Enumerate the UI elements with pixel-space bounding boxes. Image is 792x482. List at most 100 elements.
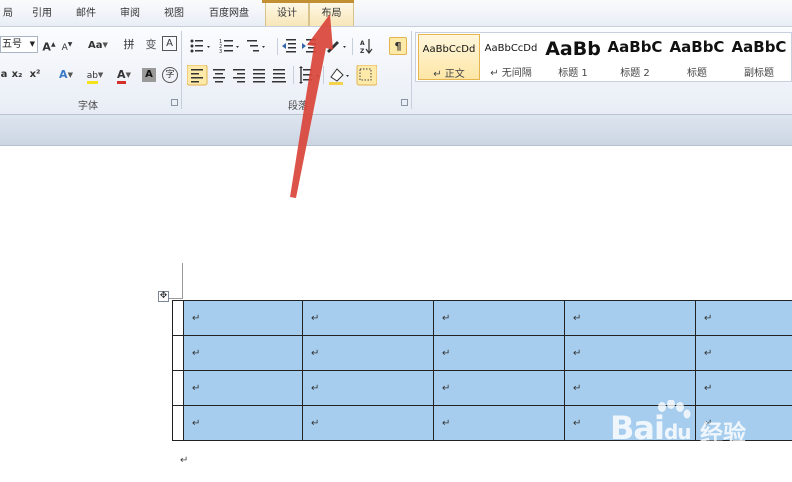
borders-button[interactable] [356,65,377,86]
row-gutter-cell[interactable] [172,405,184,441]
phonetic-guide-button[interactable]: 拼 [120,36,138,54]
bold-partial-button[interactable]: a [0,66,8,84]
watermark-url: jingyan.baidu.com [650,451,752,464]
table-cell[interactable]: ↵ [433,370,565,406]
tab-baidu-netdisk[interactable]: 百度网盘 [198,3,260,26]
group-separator [411,31,412,109]
font-size-combo[interactable]: 五号 ▼ [0,36,38,53]
table-cell[interactable]: ↵ [302,300,434,336]
enclose-characters-button[interactable]: 字 [162,67,178,83]
text-effects-button[interactable]: A▼ [54,66,78,84]
font-color-button[interactable]: A▼ [112,66,136,84]
line-spacing-icon[interactable] [299,66,319,84]
table-cell[interactable]: ↵ [183,370,303,406]
paragraph-bottom-toolbar [187,65,377,86]
table-row: ↵ ↵ ↵ ↵ ↵ [172,370,792,406]
style-name: 标题 2 [620,68,650,79]
shading-icon[interactable] [329,68,349,85]
style-sample: AaBb [545,38,601,60]
sort-icon[interactable]: A Z [360,39,373,55]
style-card-title[interactable]: AaBbC 标题 [666,34,728,80]
align-right-icon[interactable] [233,69,245,83]
character-border-button[interactable]: A [162,36,177,51]
table-cell[interactable]: ↵ [433,405,565,441]
style-sample: AaBbCcDd [422,44,476,55]
tab-mailings[interactable]: 邮件 [66,3,106,26]
paragraph-top-toolbar: 123 A Z [190,38,373,55]
table-cell[interactable]: ↵ [183,405,303,441]
table-cell[interactable]: ↵ [695,300,792,336]
multilevel-list-icon[interactable] [247,40,265,52]
tab-layout-page[interactable]: 局 [0,3,16,26]
bullets-icon[interactable] [190,39,211,53]
tab-view[interactable]: 视图 [154,3,194,26]
tab-table-layout[interactable]: 布局 [309,3,354,26]
clear-formatting-button[interactable]: 变 [142,36,160,54]
style-card-no-spacing[interactable]: AaBbCcDd ↵ 无间隔 [480,34,542,80]
tab-references[interactable]: 引用 [22,3,62,26]
table-cell[interactable]: ↵ [302,405,434,441]
font-group-label: 字体 [78,101,98,112]
table-move-handle-icon[interactable]: ✥ [158,291,169,302]
style-name: 副标题 [744,68,774,79]
table-cell[interactable]: ↵ [695,335,792,371]
highlight-color-button[interactable]: ab▼ [82,66,108,84]
watermark-logo-text: Baidu [610,409,691,447]
superscript-button[interactable]: x² [28,66,42,84]
tab-review[interactable]: 审阅 [110,3,150,26]
table-cell[interactable]: ↵ [183,300,303,336]
ribbon: 五号 ▼ A▲ A▼ Aa▼ 拼 变 A a x₂ x² A▼ ab▼ A▼ A… [0,27,792,115]
subscript-button[interactable]: x₂ [10,66,24,84]
justify-icon[interactable] [253,69,265,83]
style-card-heading-1[interactable]: AaBb 标题 1 [542,34,604,80]
align-left-button[interactable] [187,65,208,86]
row-gutter-cell[interactable] [172,300,184,336]
table-cell[interactable]: ↵ [183,335,303,371]
ribbon-tab-bar: 局 引用 邮件 审阅 视图 百度网盘 设计 布局 [0,0,792,27]
grow-font-button[interactable]: A▲ [42,36,56,54]
shrink-font-button[interactable]: A▼ [60,36,74,54]
chinese-layout-icon[interactable] [327,41,346,53]
tab-table-design[interactable]: 设计 [265,3,309,26]
table-cell[interactable]: ↵ [564,300,696,336]
style-name: ↵ 正文 [433,69,465,80]
table-cell[interactable]: ↵ [695,370,792,406]
style-sample: AaBbC [669,38,725,56]
numbering-icon[interactable]: 123 [219,39,239,55]
watermark-brand: 经验 [700,421,746,447]
table-cell[interactable]: ↵ [433,335,565,371]
paragraph-dialog-launcher[interactable] [401,99,408,106]
ruler-band [0,115,792,146]
style-sample: AaBbC [607,38,663,56]
row-gutter-cell[interactable] [172,335,184,371]
change-case-button[interactable]: Aa▼ [86,36,110,54]
table-cell[interactable]: ↵ [302,335,434,371]
style-card-subtitle[interactable]: AaBbC 副标题 [728,34,790,80]
style-sample: AaBbCcDd [484,43,538,54]
decrease-indent-icon[interactable] [282,39,296,53]
svg-text:A: A [360,40,365,47]
style-name: 标题 1 [558,68,588,79]
font-dialog-launcher[interactable] [171,99,178,106]
table-cell[interactable]: ↵ [564,335,696,371]
style-name: 标题 [687,68,707,79]
table-row: ↵ ↵ ↵ ↵ ↵ [172,300,792,336]
row-gutter-cell[interactable] [172,370,184,406]
style-sample: AaBbC [731,38,787,56]
margin-guide-vertical [182,263,183,299]
chevron-down-icon[interactable]: ▼ [30,37,35,52]
show-formatting-marks-button[interactable]: ¶ [389,37,407,55]
table-cell[interactable]: ↵ [433,300,565,336]
style-card-heading-2[interactable]: AaBbC 标题 2 [604,34,666,80]
table-cell[interactable]: ↵ [564,370,696,406]
increase-indent-icon[interactable] [302,39,316,53]
group-separator [181,31,182,109]
character-shading-button[interactable]: A [142,68,156,82]
paragraph-mark: ↵ [180,455,189,466]
font-size-value: 五号 [2,39,22,50]
table-cell[interactable]: ↵ [302,370,434,406]
align-center-icon[interactable] [213,69,225,83]
style-card-normal[interactable]: AaBbCcDd ↵ 正文 [418,34,480,80]
distributed-icon[interactable] [272,69,286,83]
document-table[interactable]: ↵ ↵ ↵ ↵ ↵ ↵ ↵ ↵ ↵ ↵ ↵ ↵ ↵ ↵ ↵ ↵ ↵ ↵ ↵ ↵ [172,300,792,441]
